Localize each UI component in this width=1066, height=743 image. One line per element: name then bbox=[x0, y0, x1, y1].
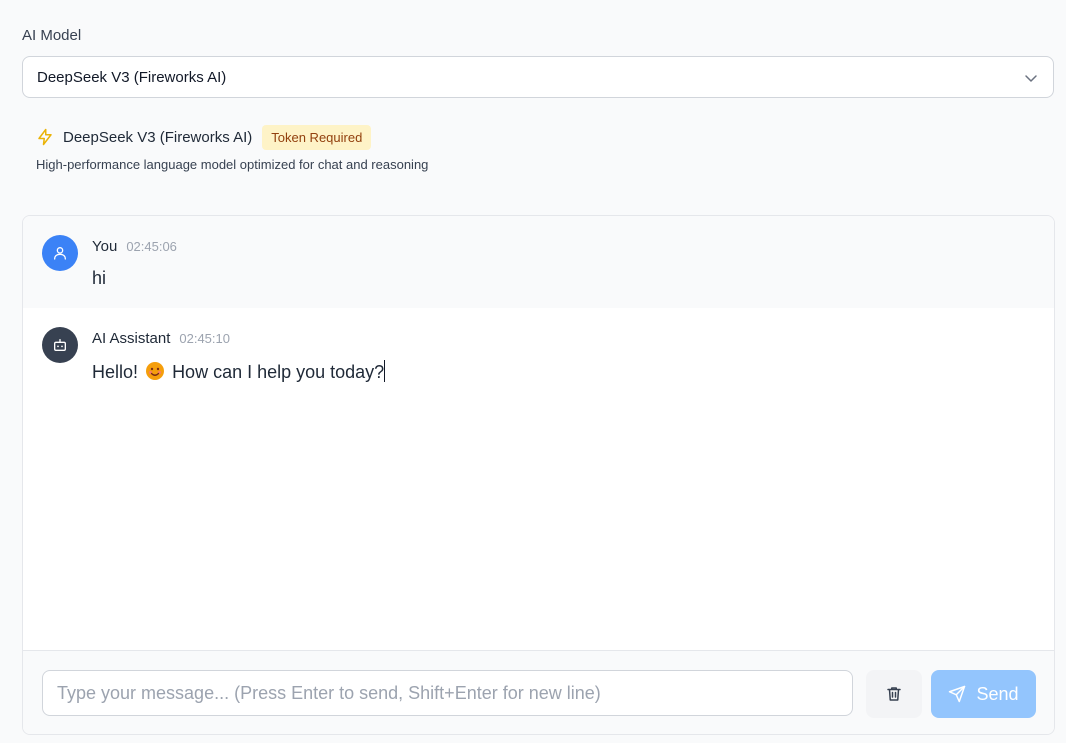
send-icon bbox=[949, 685, 966, 703]
model-select[interactable]: DeepSeek V3 (Fireworks AI) bbox=[22, 56, 1054, 98]
token-required-badge: Token Required bbox=[262, 124, 372, 150]
chat-panel: You 02:45:06 hi AI Assistant 02:45:10 He… bbox=[22, 215, 1055, 735]
composer-bar: Send bbox=[23, 650, 1054, 734]
model-info-name: DeepSeek V3 (Fireworks AI) bbox=[63, 128, 253, 146]
smiling-face-icon bbox=[146, 362, 165, 380]
user-avatar bbox=[42, 235, 78, 271]
message-assistant: AI Assistant 02:45:10 Hello! 😊 How can I… bbox=[23, 308, 1054, 648]
chevron-down-icon bbox=[1025, 75, 1037, 82]
lightning-icon bbox=[38, 128, 52, 146]
trash-icon bbox=[887, 687, 901, 701]
send-button[interactable]: Send bbox=[931, 670, 1036, 718]
message-sender: AI Assistant bbox=[92, 330, 171, 347]
bot-icon bbox=[54, 339, 66, 351]
text-cursor bbox=[384, 360, 386, 382]
message-text: hi bbox=[92, 268, 107, 288]
message-time: 02:45:10 bbox=[179, 331, 230, 346]
model-description: High-performance language model optimize… bbox=[36, 157, 429, 172]
message-time: 02:45:06 bbox=[126, 239, 177, 254]
message-input[interactable] bbox=[42, 670, 853, 716]
message-text-part: Hello! bbox=[92, 362, 139, 382]
message-text: Hello! 😊 How can I help you today? bbox=[92, 360, 386, 383]
model-label: AI Model bbox=[22, 27, 82, 44]
model-info: DeepSeek V3 (Fireworks AI) Token Require… bbox=[36, 124, 372, 150]
user-icon bbox=[54, 247, 66, 260]
send-button-label: Send bbox=[976, 683, 1019, 704]
bot-avatar bbox=[42, 327, 78, 363]
clear-chat-button[interactable] bbox=[866, 670, 922, 718]
model-select-value: DeepSeek V3 (Fireworks AI) bbox=[37, 68, 227, 86]
message-sender: You bbox=[92, 238, 118, 255]
message-user: You 02:45:06 hi bbox=[23, 216, 1054, 308]
message-text-part: How can I help you today? bbox=[172, 362, 385, 382]
